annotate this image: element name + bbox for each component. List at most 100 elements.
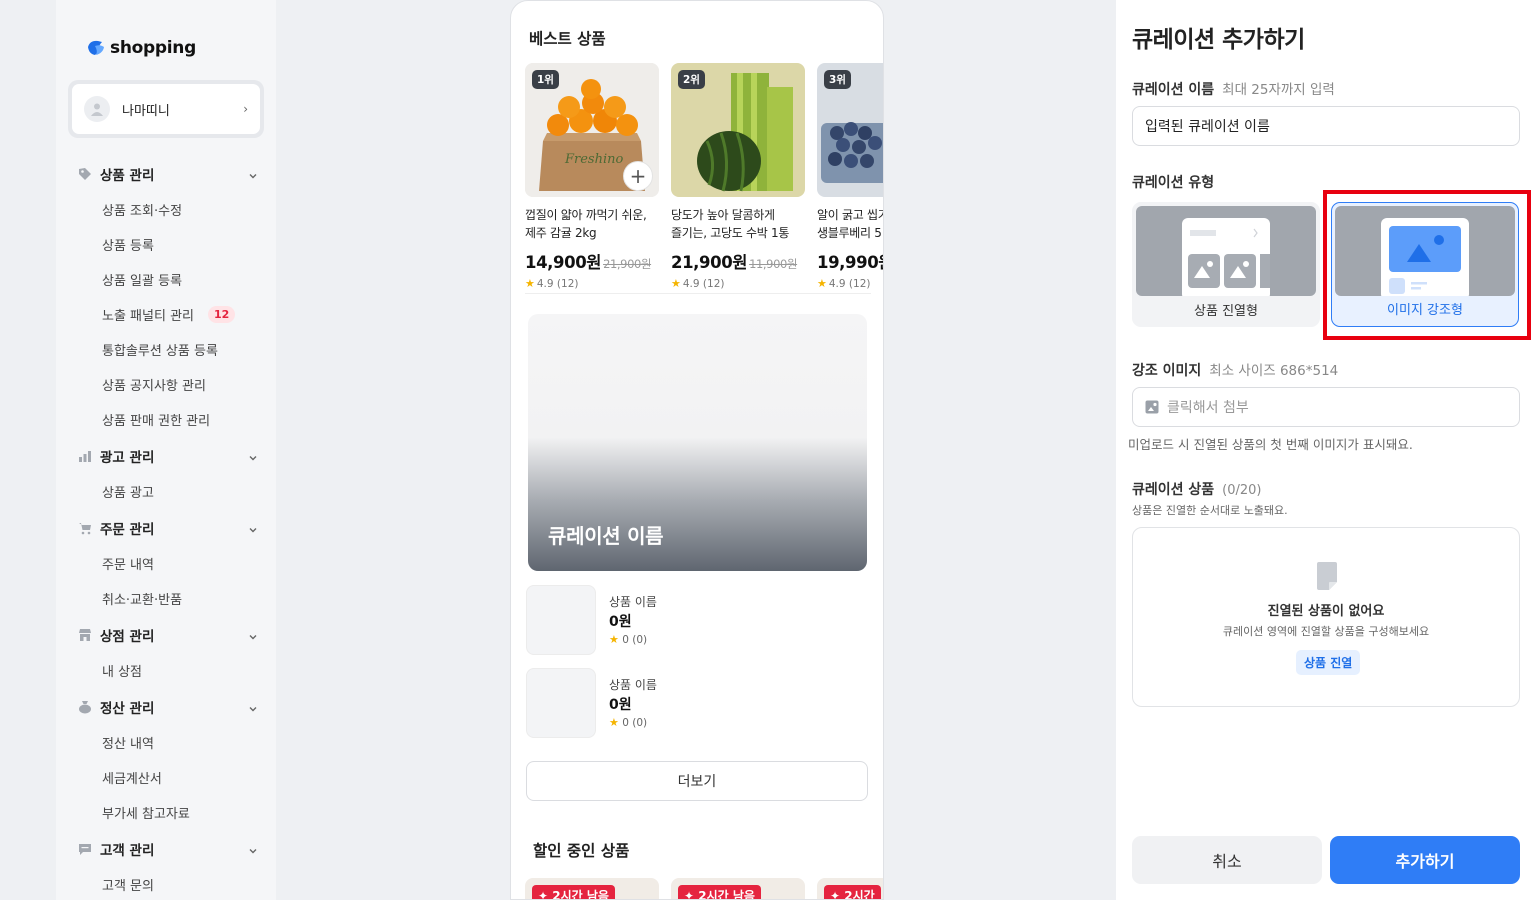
more-button[interactable]: 더보기 (526, 761, 868, 801)
nav-group-label: 고객 관리 (100, 843, 155, 859)
image-hint: 최소 사이즈 686*514 (1209, 363, 1339, 379)
logo-text: shopping (110, 38, 196, 58)
product-card[interactable]: 3위 알이 굵고 씹기생블루베리 5 19,990원 ★4.9 (12) (817, 63, 883, 290)
image-emphasis-illustration (1381, 218, 1469, 296)
chevron-down-icon (248, 523, 258, 533)
image-upload-input[interactable]: 클릭해서 첨부 (1132, 387, 1520, 427)
product-price: 19,990원 (817, 253, 883, 272)
type-option-label: 상품 진열형 (1194, 304, 1258, 319)
type-field-label: 큐레이션 유형 (1132, 175, 1215, 191)
product-rating: ★ 4.9 (12) (817, 277, 871, 290)
cart-icon (78, 521, 92, 535)
name-hint: 최대 25자까지 입력 (1222, 82, 1335, 98)
deal-card[interactable]: ✦ 2시간 (817, 878, 883, 899)
user-icon (91, 103, 103, 116)
add-curation-button[interactable]: 추가하기 (1330, 836, 1520, 884)
product-rating: ★ 4.9 (12) (525, 277, 579, 290)
profile-name: 나마띠니 (122, 103, 170, 119)
star-icon: ★ (525, 277, 535, 290)
money-bag-icon (78, 700, 92, 714)
nav-item-product-bulk[interactable]: 상품 일괄 등록 (102, 270, 182, 289)
list-item[interactable]: 상품 이름 0원 ★ 0 (0) (526, 668, 866, 740)
profile-card[interactable]: 나마띠니 › (68, 80, 264, 138)
product-rating: ★ 0 (0) (609, 716, 648, 729)
nav-item-integrated[interactable]: 통합솔루션 상품 등록 (102, 340, 218, 359)
time-left-badge: ✦ 2시간 남음 (532, 885, 615, 899)
add-to-cart-button[interactable]: + (623, 161, 653, 191)
nav-item-returns[interactable]: 취소·교환·반품 (102, 589, 182, 608)
nav-item-product-register[interactable]: 상품 등록 (102, 235, 154, 254)
nav-item-label: 노출 패널티 관리 (102, 308, 194, 324)
empty-state-title: 진열된 상품이 없어요 (1267, 604, 1385, 619)
product-rating: ★ 0 (0) (609, 633, 648, 646)
count-badge: 12 (208, 305, 236, 323)
list-item[interactable]: 상품 이름 0원 ★ 0 (0) (526, 585, 866, 657)
type-thumbnail (1335, 206, 1515, 296)
app-logo[interactable]: shopping (86, 38, 196, 58)
nav-item-my-store[interactable]: 내 상점 (102, 661, 142, 680)
time-left-badge: ✦ 2시간 남음 (678, 885, 761, 899)
profile-button[interactable]: 나마띠니 › (72, 84, 260, 134)
nav-group-label: 주문 관리 (100, 522, 155, 538)
nav-item-order-history[interactable]: 주문 내역 (102, 554, 154, 573)
chevron-down-icon (248, 844, 258, 854)
chat-icon (78, 842, 92, 856)
curation-name-input[interactable]: 입력된 큐레이션 이름 (1132, 106, 1520, 146)
time-left-badge: ✦ 2시간 (824, 885, 881, 899)
star-icon: ★ (671, 277, 681, 290)
product-card[interactable]: Freshino 1위 + 껍질이 얇아 까먹기 쉬운, 제주 감귤 2kg 14… (525, 63, 659, 290)
products-note: 상품은 진열한 순서대로 노출돼요. (1132, 504, 1288, 517)
nav-group-label: 상품 관리 (100, 168, 155, 184)
nav-item-penalty[interactable]: 노출 패널티 관리 12 (102, 305, 236, 324)
type-option-image-emphasis[interactable]: 이미지 강조형 (1331, 202, 1519, 327)
nav-item-notice[interactable]: 상품 공지사항 관리 (102, 375, 206, 394)
nav-item-product-view[interactable]: 상품 조회·수정 (102, 200, 182, 219)
nav-item-product-ads[interactable]: 상품 광고 (102, 482, 154, 501)
nav-group-settlement[interactable]: 정산 관리 (78, 697, 258, 717)
upload-placeholder: 클릭해서 첨부 (1167, 400, 1249, 416)
cancel-button[interactable]: 취소 (1132, 836, 1322, 884)
original-price: 21,900원 (603, 257, 652, 271)
nav-group-product[interactable]: 상품 관리 (78, 164, 258, 184)
rank-badge: 1위 (532, 70, 559, 89)
nav-item-tax-invoice[interactable]: 세금계산서 (102, 768, 162, 787)
image-note: 미업로드 시 진열된 상품의 첫 번째 이미지가 표시돼요. (1128, 437, 1413, 452)
nav-group-label: 광고 관리 (100, 450, 155, 466)
deal-card[interactable]: ✦ 2시간 남음 (671, 878, 805, 899)
nav-group-store[interactable]: 상점 관리 (78, 625, 258, 645)
product-image: Freshino 1위 + (525, 63, 659, 197)
type-thumbnail (1136, 206, 1316, 296)
chevron-down-icon (248, 702, 258, 712)
nav-item-vat[interactable]: 부가세 참고자료 (102, 803, 190, 822)
logo-mark-icon (86, 38, 106, 58)
nav-item-customer-inquiry[interactable]: 고객 문의 (102, 875, 154, 894)
product-rating: ★ 4.9 (12) (671, 277, 725, 290)
svg-text:Freshino: Freshino (564, 152, 624, 167)
best-products-title: 베스트 상품 (529, 30, 606, 48)
chevron-down-icon (248, 451, 258, 461)
display-products-button[interactable]: 상품 진열 (1296, 650, 1361, 675)
tag-icon (78, 167, 92, 181)
product-price: 21,900원 11,900원 (671, 253, 798, 272)
product-card[interactable]: 2위 당도가 높아 달콤하게 즐기는, 고당도 수박 1통 21,900원 11,9… (671, 63, 805, 290)
bar-chart-icon (78, 449, 92, 463)
deal-card[interactable]: ✦ 2시간 남음 (525, 878, 659, 899)
nav-group-label: 정산 관리 (100, 701, 155, 717)
avatar (84, 96, 110, 122)
nav-group-ads[interactable]: 광고 관리 (78, 446, 258, 466)
type-option-product-display[interactable]: 상품 진열형 (1132, 202, 1320, 327)
curation-banner-title: 큐레이션 이름 (548, 524, 664, 548)
product-price: 0원 (609, 697, 632, 713)
product-name: 껍질이 얇아 까먹기 쉬운, 제주 감귤 2kg (525, 208, 647, 240)
curation-banner[interactable]: 큐레이션 이름 (528, 314, 867, 571)
rank-badge: 2위 (678, 70, 705, 89)
product-name: 당도가 높아 달콤하게 즐기는, 고당도 수박 1통 (671, 208, 790, 240)
rank-badge: 3위 (824, 70, 851, 89)
chevron-right-icon: › (243, 102, 248, 116)
type-option-label: 이미지 강조형 (1387, 303, 1463, 318)
nav-item-permission[interactable]: 상품 판매 권한 관리 (102, 410, 210, 429)
nav-group-customer[interactable]: 고객 관리 (78, 839, 258, 859)
product-price: 14,900원 21,900원 (525, 253, 652, 272)
nav-item-settlement-history[interactable]: 정산 내역 (102, 733, 154, 752)
nav-group-orders[interactable]: 주문 관리 (78, 518, 258, 538)
